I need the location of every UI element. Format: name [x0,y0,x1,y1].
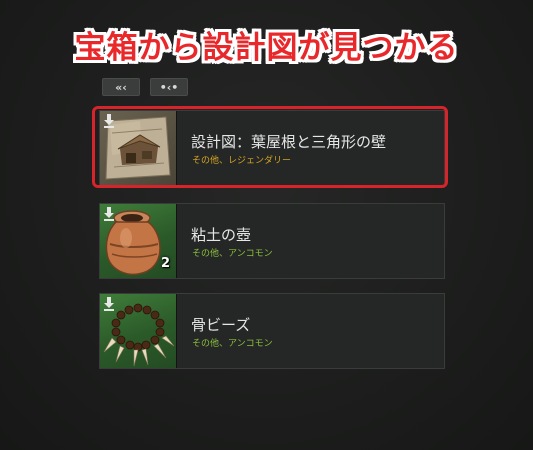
highlight-frame [92,106,448,188]
divider [176,204,177,278]
item-quantity: 2 [161,256,171,271]
download-icon [104,207,114,221]
item-thumbnail [100,294,176,368]
item-name: 骨ビーズ [191,316,251,334]
collapse-button[interactable]: «‹ [102,78,140,96]
annotation-headline: 宝箱から設計図が見つかる [74,30,459,66]
loot-item-bone-beads[interactable]: 骨ビーズ その他、アンコモン [99,293,445,369]
sort-button[interactable]: •‹• [150,78,188,96]
item-category: その他、アンコモン [192,249,273,259]
item-thumbnail: 2 [100,204,176,278]
download-icon [104,297,114,311]
loot-item-clay-pot[interactable]: 2 粘土の壺 その他、アンコモン [99,203,445,279]
item-name: 粘土の壺 [191,226,252,244]
divider [176,294,177,368]
item-category: その他、アンコモン [192,339,273,349]
loot-screen: 宝箱から設計図が見つかる «‹ •‹• 設計図：葉屋根と三角形の壁 その他、レジ… [0,0,533,450]
